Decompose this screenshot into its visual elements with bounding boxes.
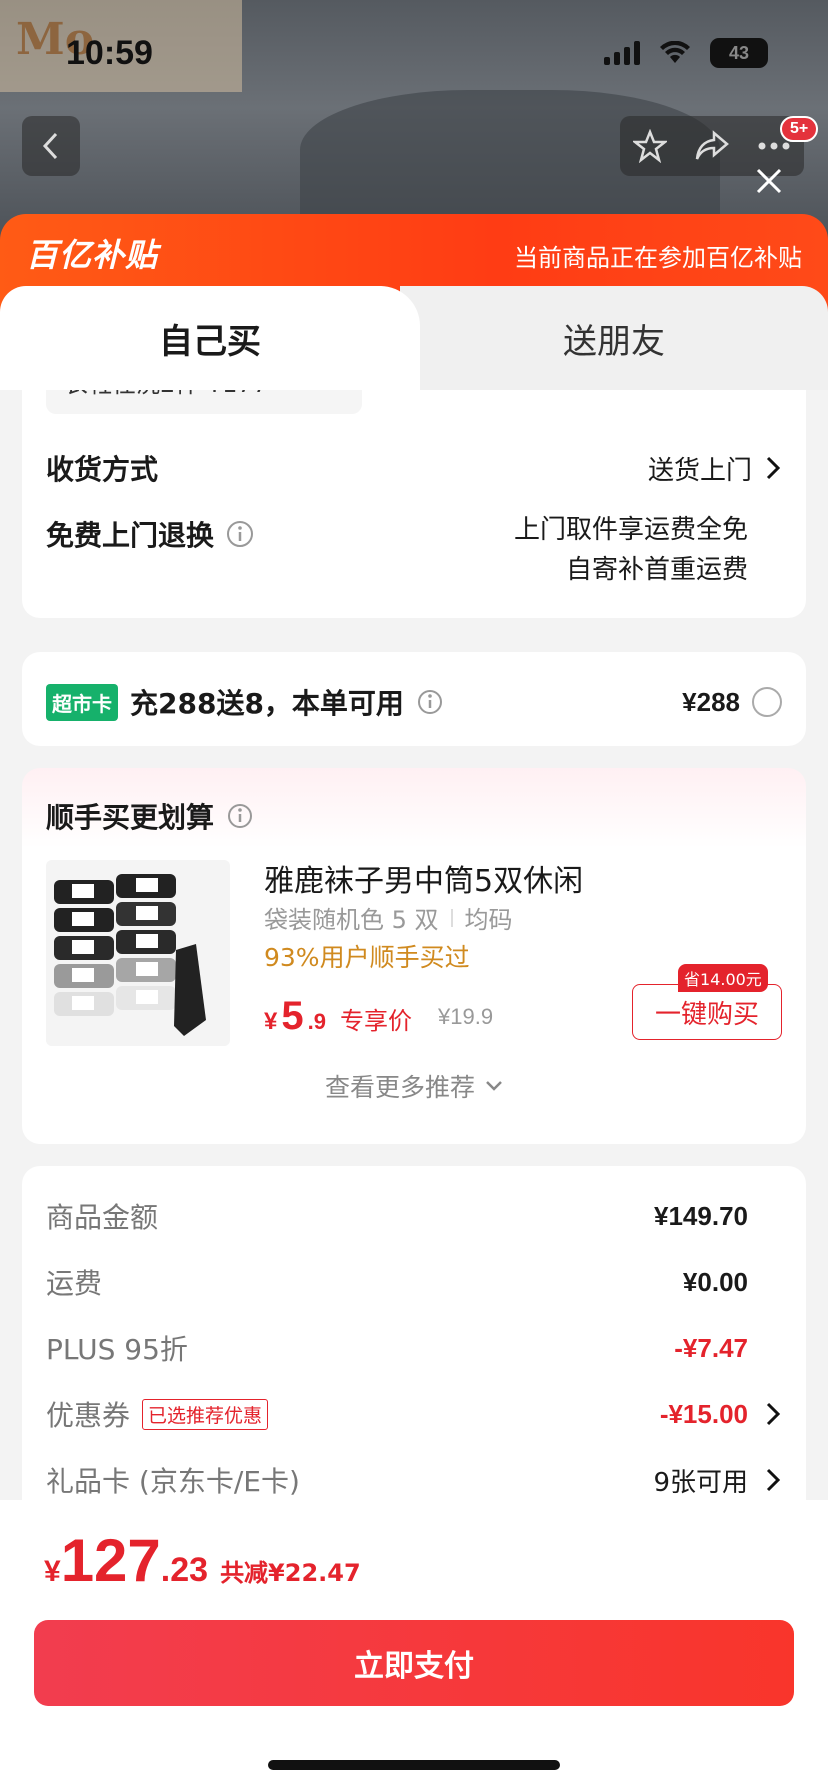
free-return-label: 免费上门退换 [46,519,215,552]
recommendation-price: ¥ 5 .9 专享价 [264,994,412,1039]
free-return-line1: 上门取件享运费全免 [513,515,748,545]
price-decimal: .9 [307,1009,326,1034]
recommendation-title: 顺手买更划算 [46,801,215,834]
summary-row-plus: PLUS 95折 -¥7.47 [46,1328,782,1368]
recommendation-card: 顺手买更划算 雅鹿袜子男中筒5双休闲 袋装随机色 5 双 均码 93%用户顺手买… [22,768,806,1144]
save-amount-tag: 省14.00元 [678,964,768,992]
more-recommendations-link[interactable]: 查看更多推荐 [22,1068,806,1104]
summary-value: -¥15.00 [659,1398,748,1429]
star-icon[interactable] [633,129,668,163]
share-icon[interactable] [694,130,730,162]
one-click-buy-button[interactable]: 一键购买 [632,984,782,1040]
close-icon[interactable] [752,164,786,198]
summary-value: -¥7.47 [674,1332,748,1363]
price-summary-card: 商品金额 ¥149.70 运费 ¥0.00 PLUS 95折 -¥7.47 优惠… [22,1166,806,1500]
recommendation-bought-rate: 93%用户顺手买过 [264,943,470,972]
summary-value: ¥149.70 [654,1200,748,1231]
summary-label: 商品金额 [46,1201,159,1234]
subsidy-brand: 百亿补贴 [26,236,159,274]
free-return-line2: 自寄补首重运费 [565,555,748,585]
subsidy-note: 当前商品正在参加百亿补贴 [514,244,802,272]
summary-value: 9张可用 [653,1467,748,1498]
back-button[interactable] [22,116,80,176]
chevron-right-icon [766,1402,781,1426]
price-currency: ¥ [264,1008,278,1035]
status-time: 10:59 [66,34,153,72]
shipping-method-row[interactable]: 收货方式 送货上门 [46,448,782,488]
summary-row-giftcard[interactable]: 礼品卡 (京东卡/E卡) 9张可用 [46,1460,782,1500]
price-label: 专享价 [339,1007,412,1035]
order-content: 衣鞋任洗2件 ¥177 收货方式 送货上门 免费上门退换 上门取件享运费全免 自… [0,390,828,1500]
market-card-tag: 超市卡 [46,683,118,721]
chevron-down-icon [486,1081,502,1091]
free-return-row: 免费上门退换 上门取件享运费全免 自寄补首重运费 [46,510,782,590]
delivery-card: 衣鞋任洗2件 ¥177 收货方式 送货上门 免费上门退换 上门取件享运费全免 自… [22,390,806,618]
socks-product-image[interactable] [46,860,230,1046]
tab-buy-self[interactable]: 自己买 [0,286,420,390]
summary-row-goods: 商品金额 ¥149.70 [46,1196,782,1236]
total-integer: 127 [60,1527,161,1594]
home-indicator [268,1760,560,1770]
recommendation-original-price: ¥19.9 [438,1004,494,1029]
info-icon[interactable] [226,802,254,830]
battery-icon: 43 [710,38,768,68]
pay-now-button[interactable]: 立即支付 [34,1620,794,1706]
laundry-service-tag[interactable]: 衣鞋任洗2件 ¥177 [46,390,362,414]
summary-row-shipping: 运费 ¥0.00 [46,1262,782,1302]
info-icon[interactable] [416,688,444,716]
price-integer: 5 [281,994,304,1038]
more-icon[interactable] [757,141,791,151]
tab-gift-friend[interactable]: 送朋友 [400,286,828,390]
summary-label: PLUS 95折 [46,1333,188,1366]
order-total: ¥ 127 .23 共减¥22.47 [44,1526,361,1595]
market-card-price: ¥288 [682,686,740,717]
info-icon[interactable] [226,520,254,548]
chevron-right-icon [766,456,781,480]
total-saved: 共减¥22.47 [220,1559,361,1587]
shipping-method-value: 送货上门 [647,455,752,486]
status-indicators: 43 [604,38,768,68]
total-currency: ¥ [44,1555,61,1588]
recommendation-spec-color: 袋装随机色 5 双 [264,906,439,934]
market-card-radio[interactable] [752,687,782,717]
recommendation-product-name[interactable]: 雅鹿袜子男中筒5双休闲 [264,856,583,900]
chevron-left-icon [42,132,58,160]
wifi-icon [660,41,690,63]
purchase-tabs: 送朋友 自己买 [0,286,828,390]
summary-label: 优惠券 [46,1399,131,1432]
chevron-right-icon [766,1468,781,1492]
checkout-bar: ¥ 127 .23 共减¥22.47 立即支付 [0,1500,828,1792]
market-card-offer[interactable]: 超市卡 充288送8，本单可用 ¥288 [22,652,806,746]
signal-icon [604,41,640,65]
more-recommendations-label: 查看更多推荐 [324,1073,475,1102]
summary-label: 礼品卡 (京东卡/E卡) [46,1465,300,1498]
message-badge: 5+ [780,116,819,142]
total-decimal: .23 [160,1551,209,1589]
shipping-method-label: 收货方式 [46,453,159,486]
summary-label: 运费 [46,1267,103,1300]
summary-value: ¥0.00 [682,1266,748,1297]
coupon-selected-tag: 已选推荐优惠 [142,1398,269,1430]
summary-row-coupon[interactable]: 优惠券 已选推荐优惠 -¥15.00 [46,1394,782,1434]
market-card-text: 充288送8，本单可用 [130,687,404,720]
recommendation-spec-size: 均码 [464,906,513,934]
spec-divider [450,908,453,927]
